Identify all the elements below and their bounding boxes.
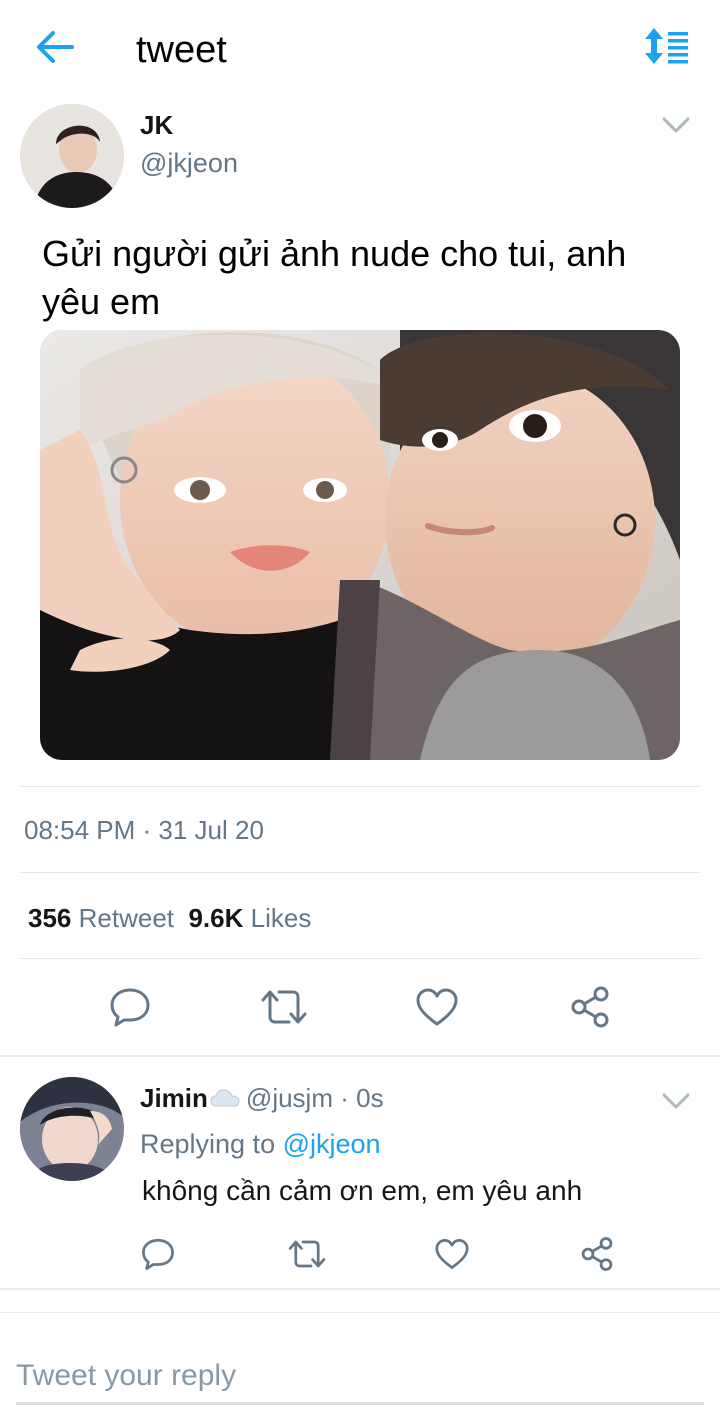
reply-input[interactable] [16, 1350, 706, 1402]
reply-share-button[interactable] [569, 1228, 625, 1284]
page-title: tweet [136, 29, 227, 71]
arrow-left-icon [35, 30, 75, 69]
divider [20, 958, 700, 959]
section-divider [0, 1288, 720, 1290]
replying-to: Replying to @jkjeon [140, 1126, 381, 1162]
reply-reply-button[interactable] [130, 1228, 186, 1284]
replying-to-mention[interactable]: @jkjeon [283, 1129, 381, 1159]
author-avatar[interactable] [20, 104, 124, 208]
retweets-stat[interactable]: 356 Retweet [28, 903, 174, 933]
back-button[interactable] [30, 24, 80, 74]
reply-text: không cần cảm ơn em, em yêu anh [142, 1175, 583, 1206]
section-divider [0, 1312, 720, 1313]
reply-author-handle[interactable]: @jusjm [246, 1083, 333, 1113]
sort-icon [642, 28, 692, 70]
comment-icon [108, 986, 152, 1033]
like-count: 9.6K [188, 903, 244, 933]
heart-icon [415, 987, 459, 1032]
reply-author-name[interactable]: Jimin [140, 1083, 208, 1113]
share-icon [579, 1236, 615, 1277]
reply-button[interactable] [102, 981, 158, 1037]
comment-icon [140, 1237, 176, 1276]
like-label: Likes [250, 903, 312, 933]
tweet-menu-button[interactable] [656, 112, 696, 142]
retweet-count: 356 [28, 903, 72, 933]
reply-menu-button[interactable] [656, 1088, 696, 1118]
chevron-down-icon [661, 1092, 691, 1115]
cloud-icon [210, 1082, 240, 1118]
likes-stat[interactable]: 9.6K Likes [188, 903, 311, 933]
reply-retweet-button[interactable] [279, 1228, 335, 1284]
reply-author-avatar[interactable] [20, 1077, 124, 1181]
reply-header: Jimin @jusjm · 0s [140, 1080, 384, 1118]
heart-icon [434, 1238, 470, 1275]
reply-like-button[interactable] [424, 1228, 480, 1284]
retweet-button[interactable] [256, 981, 312, 1037]
retweet-icon [259, 987, 309, 1032]
divider [20, 786, 700, 787]
replying-to-label: Replying to [140, 1129, 276, 1159]
author-handle[interactable]: @jkjeon [140, 146, 238, 180]
share-button[interactable] [562, 981, 618, 1037]
retweet-label: Retweet [78, 903, 175, 933]
tweet-timestamp: 08:54 PM · 31 Jul 20 [24, 815, 264, 845]
reply-time: · 0s [340, 1083, 384, 1113]
author-name[interactable]: JK [140, 110, 173, 140]
divider [20, 872, 700, 873]
tweet-text: Gửi người gửi ảnh nude cho tui, anh yêu … [42, 233, 627, 322]
tweet-stats: 356 Retweet 9.6K Likes [28, 900, 311, 936]
reply-input-underline [16, 1402, 704, 1405]
retweet-icon [287, 1238, 327, 1275]
tweet-photo[interactable] [40, 330, 680, 760]
like-button[interactable] [409, 981, 465, 1037]
chevron-down-icon [661, 116, 691, 139]
share-icon [568, 985, 612, 1034]
sort-button[interactable] [642, 26, 694, 70]
section-divider [0, 1055, 720, 1057]
